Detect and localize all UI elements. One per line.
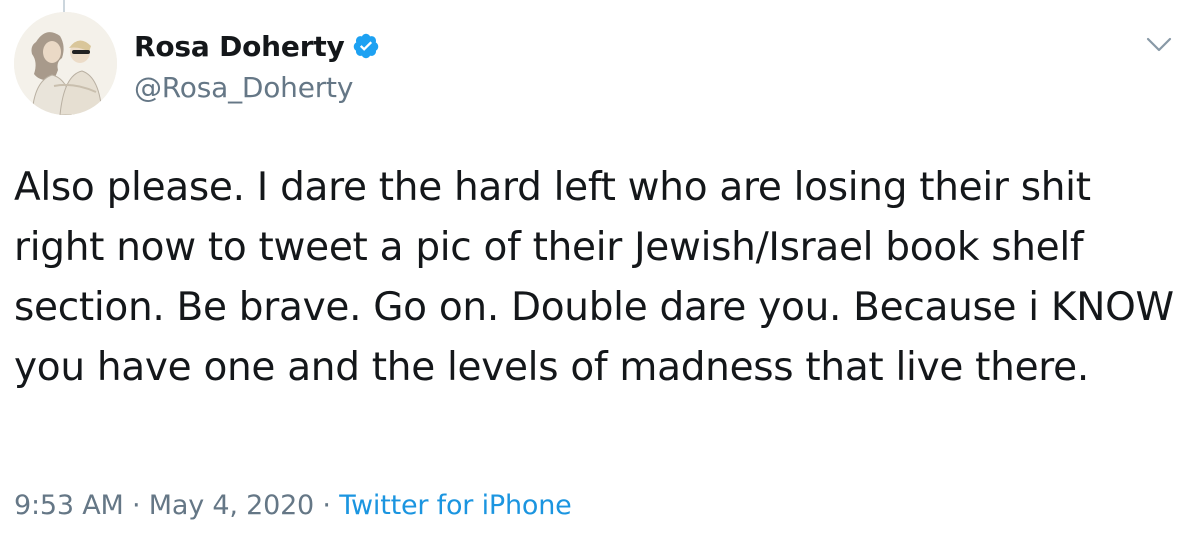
author-name[interactable]: Rosa Doherty bbox=[134, 30, 345, 63]
meta-separator: · bbox=[131, 490, 141, 521]
meta-separator: · bbox=[322, 490, 331, 521]
chevron-down-icon[interactable] bbox=[1146, 36, 1172, 54]
tweet-card: Rosa Doherty @Rosa_Doherty Also please. … bbox=[0, 0, 1200, 540]
avatar-illustration bbox=[14, 12, 117, 115]
avatar[interactable] bbox=[14, 12, 117, 115]
verified-badge-icon bbox=[352, 32, 380, 60]
author-handle[interactable]: @Rosa_Doherty bbox=[134, 71, 353, 104]
tweet-text: Also please. I dare the hard left who ar… bbox=[14, 165, 1174, 390]
tweet-time[interactable]: 9:53 AM bbox=[14, 490, 124, 521]
author-row: Rosa Doherty bbox=[134, 24, 380, 68]
tweet-metadata: 9:53 AM · May 4, 2020 · Twitter for iPho… bbox=[14, 490, 572, 521]
tweet-date[interactable]: May 4, 2020 bbox=[149, 490, 314, 521]
tweet-source-link[interactable]: Twitter for iPhone bbox=[339, 490, 572, 521]
